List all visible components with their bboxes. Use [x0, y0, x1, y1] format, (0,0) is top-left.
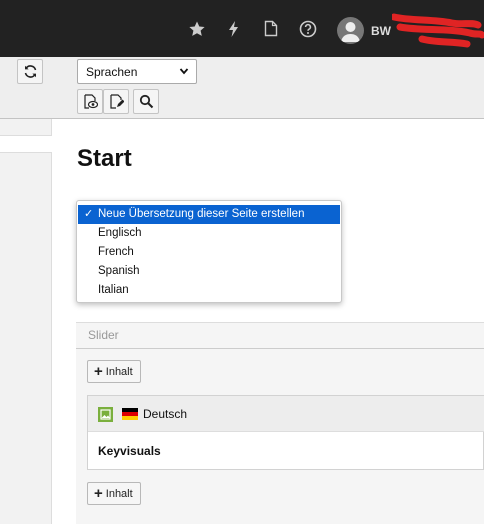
dropdown-option-englisch[interactable]: Englisch — [77, 224, 341, 243]
add-content-label: Inhalt — [105, 366, 133, 378]
language-select[interactable]: Sprachen — [77, 59, 197, 84]
content-column: Slider + Inhalt Deutsch Keyvisuals + Inhal… — [76, 322, 484, 524]
chevron-down-icon — [179, 68, 189, 75]
content-element-header: Deutsch — [88, 396, 484, 432]
german-flag-icon — [122, 408, 138, 420]
view-page-icon — [84, 94, 98, 109]
edit-page-icon — [110, 94, 124, 109]
user-avatar[interactable] — [337, 17, 364, 44]
page-title: Start — [77, 145, 132, 172]
add-content-button-bottom[interactable]: + Inhalt — [87, 482, 141, 505]
image-content-icon — [98, 407, 113, 422]
doc-header: Sprachen — [0, 57, 484, 119]
element-title: Keyvisuals — [98, 444, 161, 458]
plus-icon: + — [94, 485, 103, 502]
top-bar: BW — [0, 0, 484, 57]
help-icon[interactable] — [298, 20, 318, 40]
checkmark-icon: ✓ — [84, 208, 94, 220]
redaction-scribble — [392, 13, 484, 48]
dropdown-option-italian[interactable]: Italian — [77, 281, 341, 300]
dropdown-option-new-translation[interactable]: ✓ Neue Übersetzung dieser Seite erstelle… — [78, 205, 340, 224]
view-page-button[interactable] — [77, 89, 103, 114]
refresh-button[interactable] — [17, 59, 43, 84]
add-content-label: Inhalt — [105, 488, 133, 500]
document-icon[interactable] — [261, 20, 281, 40]
search-icon — [139, 94, 154, 109]
search-button[interactable] — [133, 89, 159, 114]
refresh-icon — [24, 65, 37, 78]
edit-page-button[interactable] — [103, 89, 129, 114]
bolt-icon[interactable] — [224, 20, 244, 40]
page-tree-panel — [0, 119, 52, 524]
language-select-value: Sprachen — [86, 65, 138, 79]
plus-icon: + — [94, 363, 103, 380]
column-divider — [76, 348, 484, 349]
dropdown-option-french[interactable]: French — [77, 243, 341, 262]
page-tree-row[interactable] — [0, 135, 52, 153]
add-content-button-top[interactable]: + Inhalt — [87, 360, 141, 383]
star-icon[interactable] — [187, 20, 207, 40]
column-title: Slider — [88, 328, 119, 342]
user-name[interactable]: BW — [371, 24, 391, 38]
dropdown-option-spanish[interactable]: Spanish — [77, 262, 341, 281]
content-element[interactable]: Deutsch Keyvisuals — [87, 395, 484, 470]
element-language: Deutsch — [143, 407, 188, 421]
translation-dropdown[interactable]: ✓ Neue Übersetzung dieser Seite erstelle… — [76, 200, 342, 303]
